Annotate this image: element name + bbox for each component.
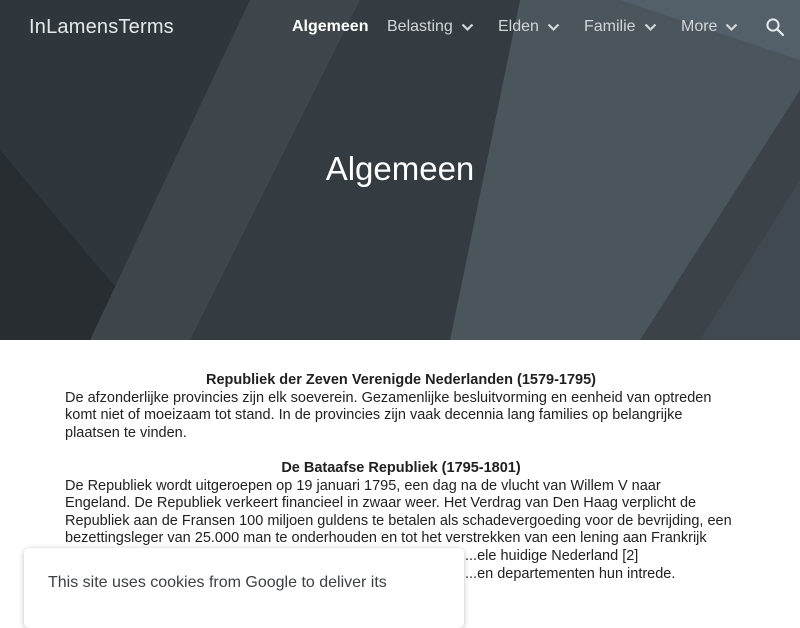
paragraph-line: De afzonderlijke provincies zijn elk soe… [65, 389, 712, 406]
search-icon[interactable] [765, 17, 785, 37]
paragraph-line: plaatsen te vinden. [65, 424, 187, 441]
section-heading: Republiek der Zeven Verenigde Nederlande… [205, 372, 597, 388]
paragraph-line: komt niet of moeizaam tot stand. In de p… [65, 407, 683, 424]
paragraph-line: De Republiek wordt uitgeroepen op 19 jan… [65, 477, 661, 494]
nav-item-label: Algemeen [292, 18, 369, 35]
nav-item-more[interactable]: More [681, 18, 738, 36]
section-heading: De Bataafse Republiek (1795-1801) [281, 459, 521, 476]
chevron-down-icon [726, 23, 738, 31]
nav-item-familie[interactable]: Familie [584, 18, 657, 36]
paragraph-line: bezettingsleger van 25.000 man te onderh… [65, 530, 707, 547]
nav-item-label: Familie [584, 18, 636, 35]
cookie-notice: This site uses cookies from Google to de… [24, 548, 464, 628]
nav-item-elden[interactable]: Elden [498, 18, 560, 36]
chevron-down-icon [644, 23, 656, 31]
hero-banner: InLamensTerms Algemeen Belasting Elden F… [0, 0, 800, 340]
paragraph-line: Engeland. De Republiek verkeert financie… [65, 495, 697, 512]
nav-item-belasting[interactable]: Belasting [387, 18, 474, 36]
nav-item-label: Belasting [387, 18, 453, 35]
page-title: Algemeen [325, 150, 475, 187]
top-navigation: InLamensTerms Algemeen Belasting Elden F… [0, 0, 800, 56]
nav-item-label: More [681, 18, 718, 35]
section-republiek: Republiek der Zeven Verenigde Nederlande… [65, 372, 737, 442]
nav-item-algemeen[interactable]: Algemeen [292, 18, 368, 36]
chevron-down-icon [547, 23, 560, 31]
chevron-down-icon [461, 23, 474, 31]
nav-item-label: Elden [498, 18, 539, 35]
site-title-link[interactable]: InLamensTerms [29, 16, 174, 39]
paragraph-line: Republiek aan de Fransen 100 miljoen gul… [65, 512, 732, 529]
cookie-notice-text: This site uses cookies from Google to de… [48, 574, 387, 591]
